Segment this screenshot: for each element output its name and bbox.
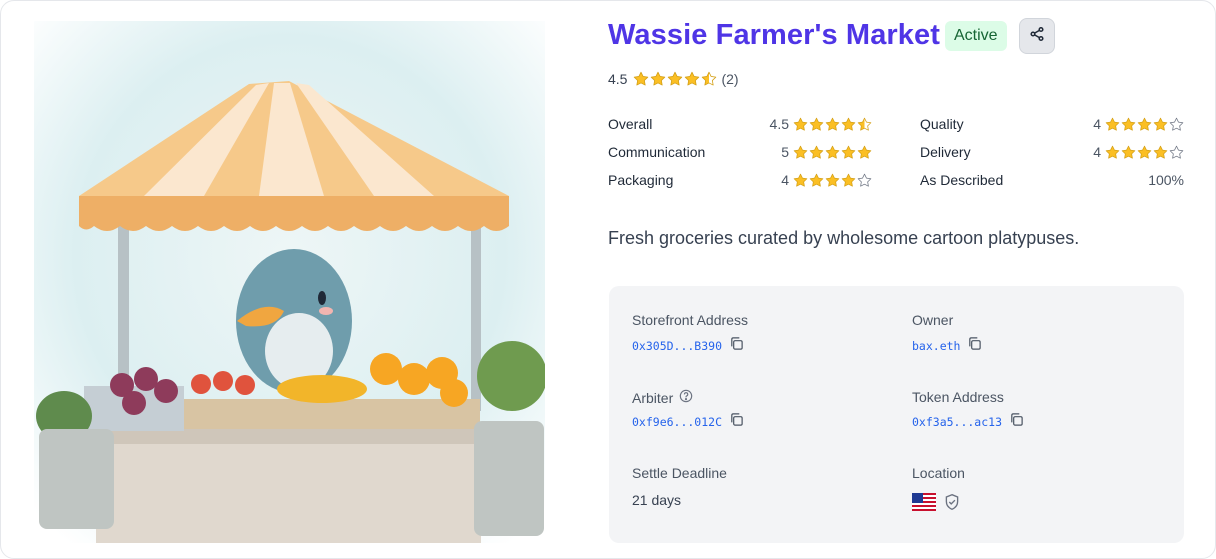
store-title: Wassie Farmer's Market [608,19,941,51]
storefront-address-label: Storefront Address [632,312,748,328]
star-icon [1137,145,1152,160]
store-image [34,21,545,543]
star-icon [1153,117,1168,132]
star-icon [1169,117,1184,132]
field-label-text: Token Address [912,389,1004,405]
store-card: Wassie Farmer's Market Active 4.5 (2) Ov… [0,0,1216,559]
copy-icon[interactable] [967,336,982,356]
star-icon [1121,145,1136,160]
star-icon [857,173,872,188]
star-icon [841,117,856,132]
rating-stars [793,173,872,188]
storefront-address: 0x305D...B390 [632,336,744,356]
star-icon [650,71,666,87]
star-icon [1169,145,1184,160]
rating-stars [793,145,872,160]
rating-value: 4.5 [769,116,789,132]
rating-summary-value: 4.5 [608,71,628,87]
details-panel: Storefront Address 0x305D...B390 Owner b… [609,286,1184,543]
rating-row-overall: Overall 4.5 [608,114,872,134]
star-icon [857,117,872,132]
star-icon [667,71,683,87]
star-icon [809,145,824,160]
star-icon [1137,117,1152,132]
star-icon [1105,145,1120,160]
rating-stars [1105,145,1184,160]
token-address-label: Token Address [912,389,1004,405]
star-icon [1121,117,1136,132]
rating-value: 4 [781,172,789,188]
star-icon [825,117,840,132]
settle-deadline-value: 21 days [632,492,682,508]
rating-label: Communication [608,144,706,160]
star-icon [1105,117,1120,132]
star-icon [1153,145,1168,160]
location-label: Location [912,465,965,481]
shield-check-icon[interactable] [943,493,961,516]
copy-icon[interactable] [1009,412,1024,432]
field-label-text: Arbiter [632,389,674,406]
star-icon [633,71,649,87]
rating-summary-stars [633,71,717,87]
star-icon [684,71,700,87]
rating-label: Quality [920,116,964,132]
arbiter-value[interactable]: 0xf9e6...012C [632,415,722,429]
rating-row-quality: Quality 4 [920,114,1184,134]
star-icon [793,117,808,132]
rating-label: As Described [920,172,1004,188]
rating-summary: 4.5 (2) [608,69,739,89]
status-badge: Active [945,21,1007,51]
rating-stars [1105,117,1184,132]
rating-value: 100% [1148,172,1184,188]
owner-label: Owner [912,312,953,328]
field-label-text: Settle Deadline [632,465,727,481]
review-count[interactable]: (2) [721,71,738,87]
rating-label: Overall [608,116,653,132]
share-button[interactable] [1019,18,1055,54]
settle-deadline-label: Settle Deadline [632,465,727,481]
arbiter-label: Arbiter [632,389,693,406]
copy-icon[interactable] [729,336,744,356]
rating-row-communication: Communication 5 [608,142,872,162]
star-icon [825,173,840,188]
settle-deadline: 21 days [632,492,681,508]
rating-label: Delivery [920,144,971,160]
storefront-address-value[interactable]: 0x305D...B390 [632,339,722,353]
rating-value: 4 [1093,144,1101,160]
help-circle-icon[interactable] [679,389,693,406]
us-flag-icon [912,493,936,516]
owner-value[interactable]: bax.eth [912,339,960,353]
token-address-value[interactable]: 0xf3a5...ac13 [912,415,1002,429]
field-label-text: Storefront Address [632,312,748,328]
star-icon [793,145,808,160]
rating-stars [793,117,872,132]
token-address: 0xf3a5...ac13 [912,412,1024,432]
star-icon [841,173,856,188]
star-icon [809,173,824,188]
rating-row-as-described: As Described 100% [920,170,1184,190]
rating-value: 5 [781,144,789,160]
star-icon [857,145,872,160]
rating-row-delivery: Delivery 4 [920,142,1184,162]
star-icon [793,173,808,188]
arbiter: 0xf9e6...012C [632,412,744,432]
star-icon [841,145,856,160]
location [912,493,961,516]
field-label-text: Location [912,465,965,481]
rating-label: Packaging [608,172,674,188]
field-label-text: Owner [912,312,954,328]
share-icon [1029,26,1045,47]
rating-value: 4 [1093,116,1101,132]
rating-row-packaging: Packaging 4 [608,170,872,190]
owner: bax.eth [912,336,982,356]
copy-icon[interactable] [729,412,744,432]
star-icon [809,117,824,132]
star-icon [825,145,840,160]
star-icon [701,71,717,87]
store-description: Fresh groceries curated by wholesome car… [608,228,1080,248]
